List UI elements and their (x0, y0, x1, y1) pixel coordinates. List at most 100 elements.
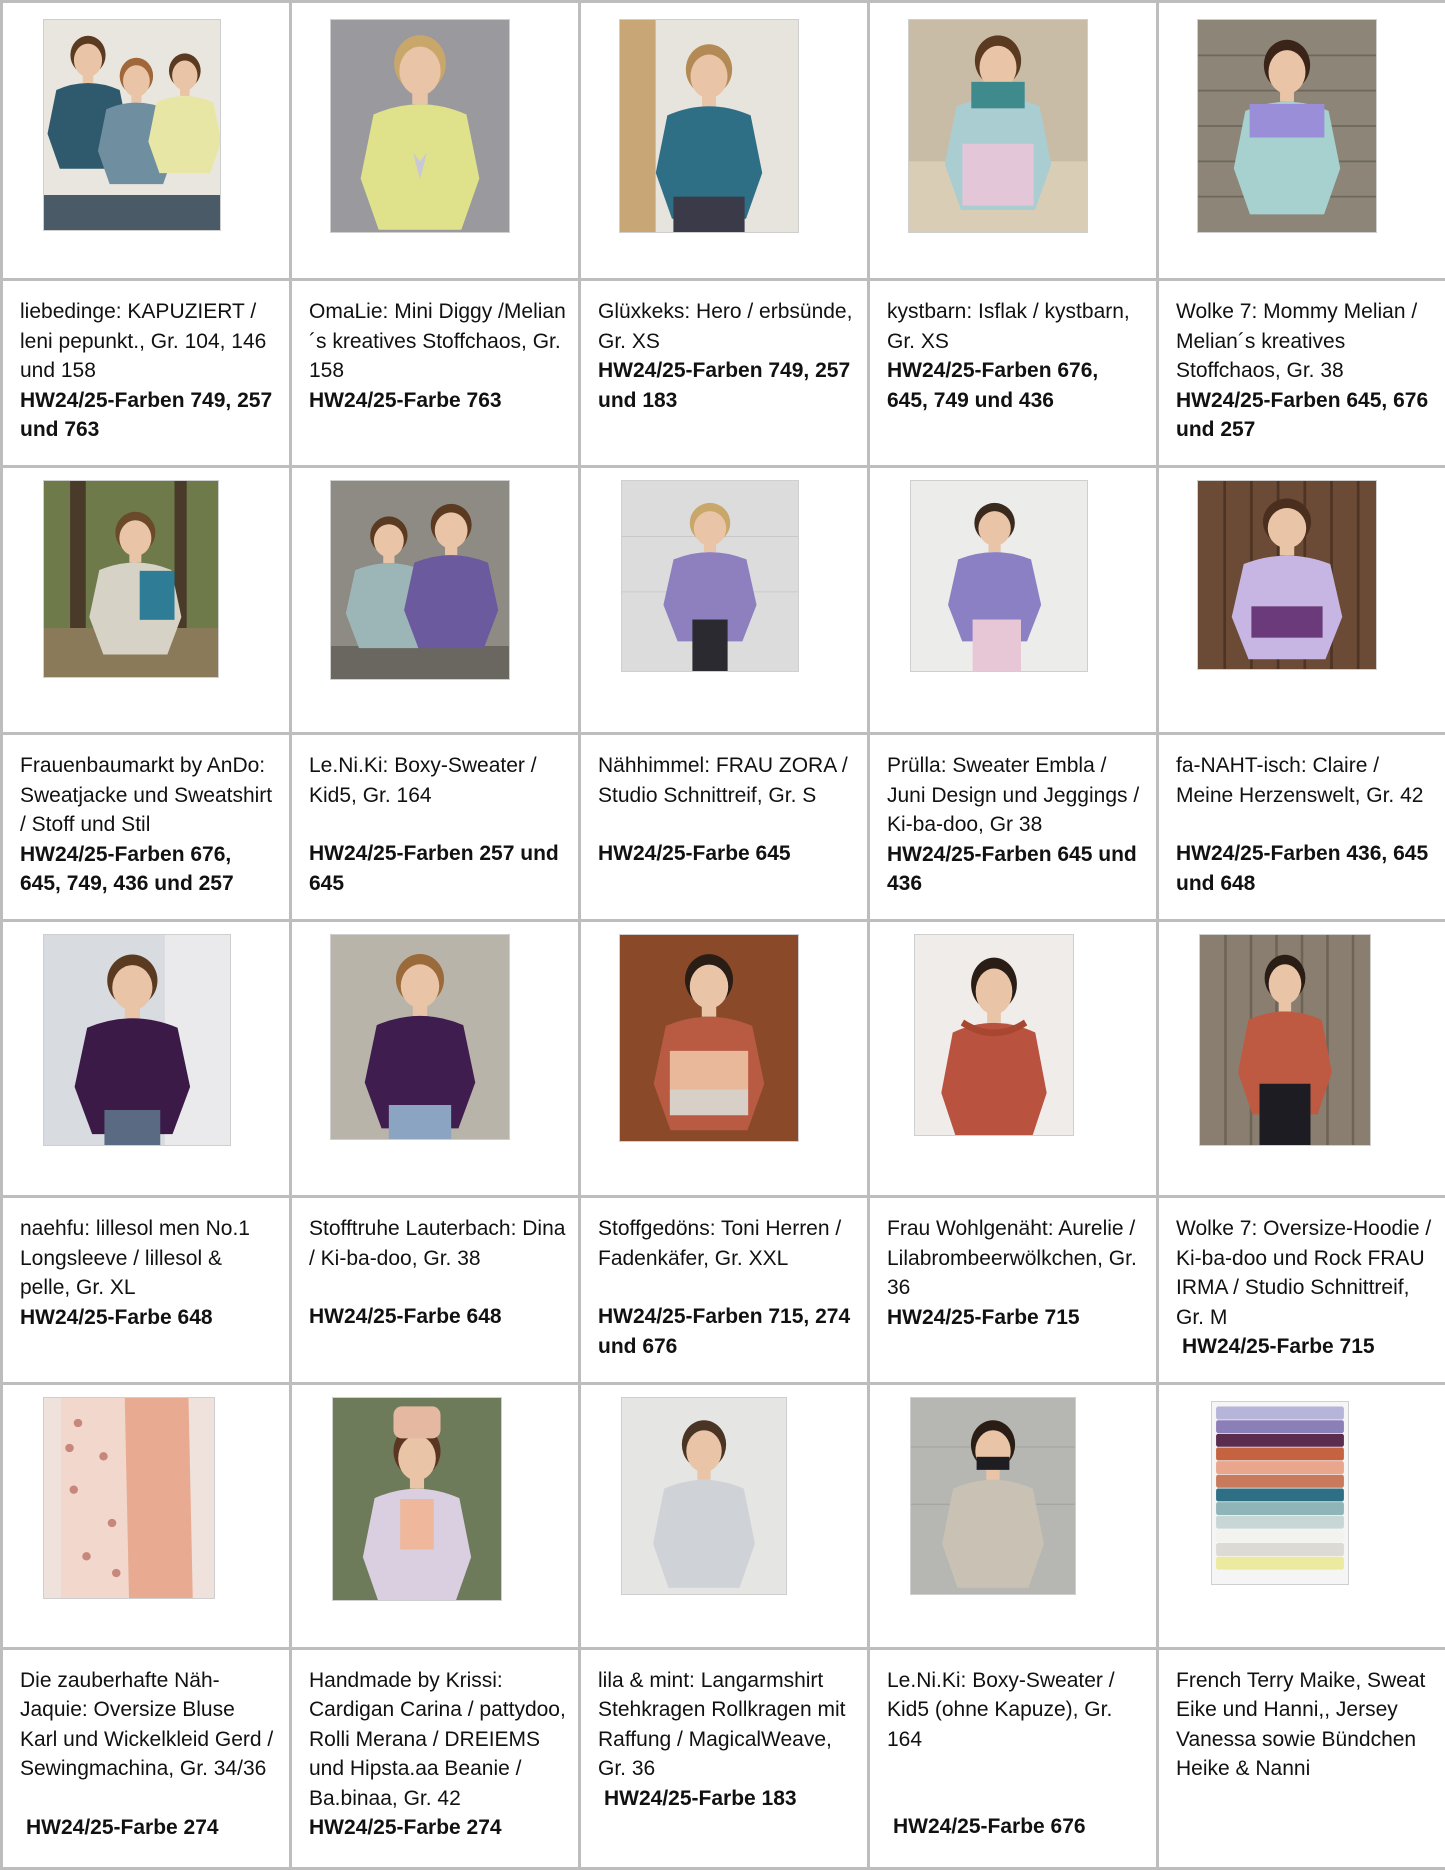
product-caption: lila & mint: Langarmshirt Stehkragen Rol… (598, 1668, 846, 1781)
boy-beige-sweater-photo (910, 1397, 1076, 1596)
color-codes: HW24/25-Farben 676, 645, 749 und 436 (887, 359, 1099, 412)
product-caption: Prülla: Sweater Embla / Juni Design und … (887, 754, 1140, 837)
photo-cell (0, 0, 292, 282)
color-codes: HW24/25-Farben 257 und 645 (309, 842, 559, 895)
caption-cell: Prülla: Sweater Embla / Juni Design und … (867, 732, 1159, 923)
photo-cell (578, 919, 870, 1199)
color-codes: HW24/25-Farben 645 und 436 (887, 842, 1137, 896)
color-codes: HW24/25-Farbe 763 (309, 388, 502, 412)
photo-cell (867, 1382, 1159, 1650)
product-caption: Frau Wohlgenäht: Aurelie / Lilabrombeerw… (887, 1217, 1137, 1300)
woman-colorblock-hoodie-photo (908, 19, 1088, 233)
photo-cell (0, 1382, 292, 1650)
product-caption: kystbarn: Isflak / kystbarn, Gr. XS (887, 300, 1130, 353)
photo-cell (867, 919, 1159, 1199)
product-caption: naehfu: lillesol men No.1 Longsleeve / l… (20, 1217, 250, 1300)
caption-row: Frauenbaumarkt by AnDo: Sweatjacke und S… (0, 732, 1445, 923)
color-codes: HW24/25-Farbe 648 (309, 1305, 502, 1329)
caption-cell: liebedinge: KAPUZIERT / leni pepunkt., G… (0, 278, 292, 469)
color-codes: HW24/25-Farbe 274 (26, 1815, 219, 1839)
color-codes: HW24/25-Farbe 648 (20, 1305, 213, 1329)
product-caption: Glüxkeks: Hero / erbsünde, Gr. XS (598, 300, 853, 353)
photo-cell (289, 919, 581, 1199)
caption-cell: Stofftruhe Lauterbach: Dina / Ki-ba-doo,… (289, 1195, 581, 1386)
color-codes: HW24/25-Farben 749, 257 und 183 (598, 359, 851, 412)
caption-cell: Die zauberhafte Näh-Jaquie: Oversize Blu… (0, 1646, 292, 1870)
product-caption: Le.Ni.Ki: Boxy-Sweater / Kid5 (ohne Kapu… (887, 1668, 1115, 1751)
product-caption: Stoffgedöns: Toni Herren / Fadenkäfer, G… (598, 1217, 842, 1270)
woman-lilac-sweater-photo (621, 480, 799, 673)
color-codes: HW24/25-Farben 676, 645, 749, 436 und 25… (20, 842, 234, 896)
photo-cell (1156, 1382, 1445, 1650)
caption-cell: lila & mint: Langarmshirt Stehkragen Rol… (578, 1646, 870, 1870)
three-boys-hoodies-photo (43, 19, 221, 231)
color-codes: HW24/25-Farbe 183 (604, 1786, 797, 1810)
color-codes: HW24/25-Farben 749, 257 und 763 (20, 388, 273, 442)
woman-purple-troyer-photo (330, 934, 510, 1141)
woman-lilac-pink-jeggings-photo (910, 480, 1088, 673)
caption-cell: Handmade by Krissi: Cardigan Carina / pa… (289, 1646, 581, 1870)
caption-cell: Le.Ni.Ki: Boxy-Sweater / Kid5, Gr. 164 HW… (289, 732, 581, 923)
color-codes: HW24/25-Farbe 715 (1182, 1335, 1375, 1359)
photo-cell (867, 0, 1159, 282)
product-caption: liebedinge: KAPUZIERT / leni pepunkt., G… (20, 300, 267, 383)
photo-cell (578, 0, 870, 282)
caption-cell: Wolke 7: Mommy Melian / Melian´s kreativ… (1156, 278, 1445, 469)
caption-cell: Le.Ni.Ki: Boxy-Sweater / Kid5 (ohne Kapu… (867, 1646, 1159, 1870)
caption-cell: fa-NAHT-isch: Claire / Meine Herzenswelt… (1156, 732, 1445, 923)
boy-yellow-hoodie-photo (330, 19, 510, 233)
product-caption: Frauenbaumarkt by AnDo: Sweatjacke und S… (20, 754, 273, 837)
color-codes: HW24/25-Farben 715, 274 und 676 (598, 1305, 851, 1358)
fabric-stack-photo (1211, 1401, 1349, 1586)
product-caption: Wolke 7: Oversize-Hoodie / Ki-ba-doo und… (1176, 1217, 1432, 1329)
photo-cell (289, 0, 581, 282)
caption-row: liebedinge: KAPUZIERT / leni pepunkt., G… (0, 278, 1445, 469)
caption-cell: kystbarn: Isflak / kystbarn, Gr. XS HW24/… (867, 278, 1159, 469)
product-caption: OmaLie: Mini Diggy /Melian´s kreatives S… (309, 300, 566, 383)
woman-stone-wall-sweater-photo (1197, 19, 1377, 233)
woman-rust-hoodie-photo (1199, 934, 1371, 1147)
caption-cell: Glüxkeks: Hero / erbsünde, Gr. XS HW24/25… (578, 278, 870, 469)
young-man-purple-longsleeve-photo (43, 934, 231, 1147)
woman-rust-ruffle-photo (914, 934, 1074, 1137)
caption-cell: Stoffgedöns: Toni Herren / Fadenkäfer, G… (578, 1195, 870, 1386)
caption-cell: naehfu: lillesol men No.1 Longsleeve / l… (0, 1195, 292, 1386)
photo-cell (867, 465, 1159, 736)
woman-beanie-cardigan-photo (332, 1397, 502, 1602)
photo-cell (0, 919, 292, 1199)
product-caption: fa-NAHT-isch: Claire / Meine Herzenswelt… (1176, 754, 1424, 807)
product-caption: Le.Ni.Ki: Boxy-Sweater / Kid5, Gr. 164 (309, 754, 537, 807)
photo-cell (0, 465, 292, 736)
woman-wood-wall-lilac-photo (1197, 480, 1377, 671)
photo-cell (1156, 919, 1445, 1199)
caption-cell: Wolke 7: Oversize-Hoodie / Ki-ba-doo und… (1156, 1195, 1445, 1386)
product-caption: Die zauberhafte Näh-Jaquie: Oversize Blu… (20, 1668, 274, 1781)
photo-row (0, 919, 1445, 1199)
caption-cell: OmaLie: Mini Diggy /Melian´s kreatives S… (289, 278, 581, 469)
woman-grey-turtleneck-photo (621, 1397, 787, 1596)
photo-cell (289, 1382, 581, 1650)
photo-row (0, 0, 1445, 282)
color-codes: HW24/25-Farbe 715 (887, 1305, 1080, 1329)
product-caption: French Terry Maike, Sweat Eike und Hanni… (1176, 1668, 1426, 1781)
caption-row: Die zauberhafte Näh-Jaquie: Oversize Blu… (0, 1646, 1445, 1870)
teen-teal-sweater-photo (619, 19, 799, 233)
photo-cell (578, 465, 870, 736)
peach-wrap-dress-photo (43, 1397, 215, 1600)
photo-cell (289, 465, 581, 736)
color-codes: HW24/25-Farben 645, 676 und 257 (1176, 388, 1429, 442)
color-codes: HW24/25-Farbe 645 (598, 842, 791, 866)
caption-row: naehfu: lillesol men No.1 Longsleeve / l… (0, 1195, 1445, 1386)
color-codes: HW24/25-Farben 436, 645 und 648 (1176, 842, 1429, 895)
two-boys-sweaters-photo (330, 480, 510, 681)
photo-cell (578, 1382, 870, 1650)
caption-cell: Nähhimmel: FRAU ZORA / Studio Schnittrei… (578, 732, 870, 923)
caption-cell: Frauenbaumarkt by AnDo: Sweatjacke und S… (0, 732, 292, 923)
product-caption: Stofftruhe Lauterbach: Dina / Ki-ba-doo,… (309, 1217, 566, 1270)
photo-cell (1156, 465, 1445, 736)
caption-cell: French Terry Maike, Sweat Eike und Hanni… (1156, 1646, 1445, 1870)
product-caption: Nähhimmel: FRAU ZORA / Studio Schnittrei… (598, 754, 848, 807)
photo-cell (1156, 0, 1445, 282)
photo-row (0, 1382, 1445, 1650)
product-caption: Handmade by Krissi: Cardigan Carina / pa… (309, 1668, 566, 1810)
